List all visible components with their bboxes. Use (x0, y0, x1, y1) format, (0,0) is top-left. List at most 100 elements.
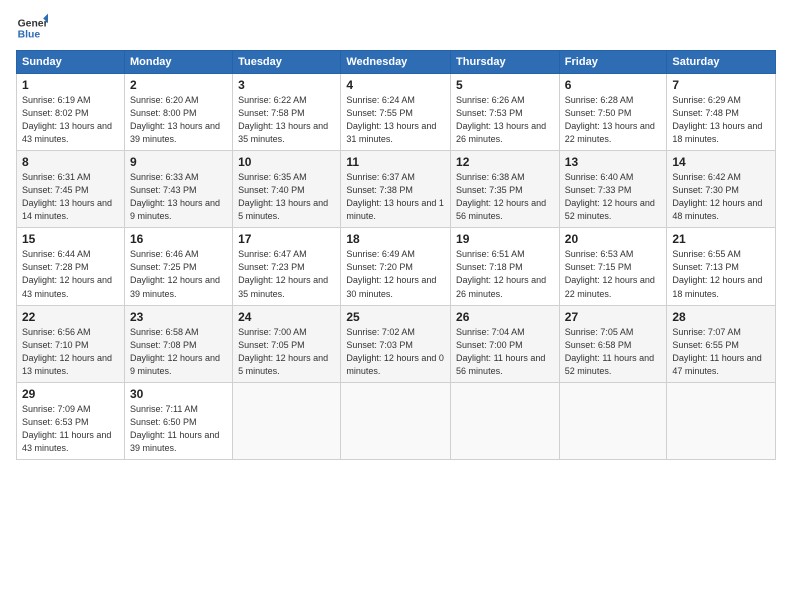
page: General Blue SundayMondayTuesdayWednesda… (0, 0, 792, 612)
day-info: Sunrise: 6:26 AMSunset: 7:53 PMDaylight:… (456, 94, 554, 146)
header: General Blue (16, 12, 776, 44)
calendar-cell: 1Sunrise: 6:19 AMSunset: 8:02 PMDaylight… (17, 74, 125, 151)
day-number: 11 (346, 155, 445, 169)
day-number: 15 (22, 232, 119, 246)
svg-text:General: General (18, 18, 48, 29)
day-number: 19 (456, 232, 554, 246)
day-number: 14 (672, 155, 770, 169)
day-number: 8 (22, 155, 119, 169)
day-info: Sunrise: 6:33 AMSunset: 7:43 PMDaylight:… (130, 171, 227, 223)
calendar-cell: 5Sunrise: 6:26 AMSunset: 7:53 PMDaylight… (451, 74, 560, 151)
day-number: 18 (346, 232, 445, 246)
calendar-cell: 2 Sunrise: 6:20 AMSunset: 8:00 PMDaylight… (124, 74, 232, 151)
day-number: 9 (130, 155, 227, 169)
calendar-cell: 27 Sunrise: 7:05 AMSunset: 6:58 PMDayligh… (559, 305, 667, 382)
weekday-header-row: SundayMondayTuesdayWednesdayThursdayFrid… (17, 51, 776, 74)
calendar-cell: 24 Sunrise: 7:00 AMSunset: 7:05 PMDayligh… (233, 305, 341, 382)
day-info: Sunrise: 7:04 AMSunset: 7:00 PMDaylight:… (456, 326, 554, 378)
day-number: 28 (672, 310, 770, 324)
day-info: Sunrise: 7:11 AMSunset: 6:50 PMDaylight:… (130, 403, 227, 455)
day-info: Sunrise: 6:55 AMSunset: 7:13 PMDaylight:… (672, 248, 770, 300)
calendar-cell: 6 Sunrise: 6:28 AMSunset: 7:50 PMDaylight… (559, 74, 667, 151)
day-info: Sunrise: 7:07 AMSunset: 6:55 PMDaylight:… (672, 326, 770, 378)
day-number: 26 (456, 310, 554, 324)
day-number: 23 (130, 310, 227, 324)
weekday-header-tuesday: Tuesday (233, 51, 341, 74)
week-row-3: 15 Sunrise: 6:44 AMSunset: 7:28 PMDayligh… (17, 228, 776, 305)
day-number: 7 (672, 78, 770, 92)
calendar-cell: 16 Sunrise: 6:46 AMSunset: 7:25 PMDayligh… (124, 228, 232, 305)
day-info: Sunrise: 6:56 AMSunset: 7:10 PMDaylight:… (22, 326, 119, 378)
calendar-cell: 15 Sunrise: 6:44 AMSunset: 7:28 PMDayligh… (17, 228, 125, 305)
day-number: 4 (346, 78, 445, 92)
calendar-cell: 8Sunrise: 6:31 AMSunset: 7:45 PMDaylight… (17, 151, 125, 228)
calendar-cell: 18 Sunrise: 6:49 AMSunset: 7:20 PMDayligh… (341, 228, 451, 305)
day-number: 17 (238, 232, 335, 246)
day-info: Sunrise: 6:40 AMSunset: 7:33 PMDaylight:… (565, 171, 662, 223)
calendar-cell: 23 Sunrise: 6:58 AMSunset: 7:08 PMDayligh… (124, 305, 232, 382)
svg-text:Blue: Blue (18, 30, 41, 41)
day-number: 13 (565, 155, 662, 169)
calendar-cell: 4 Sunrise: 6:24 AMSunset: 7:55 PMDaylight… (341, 74, 451, 151)
calendar-cell: 21 Sunrise: 6:55 AMSunset: 7:13 PMDayligh… (667, 228, 776, 305)
calendar-cell: 10 Sunrise: 6:35 AMSunset: 7:40 PMDayligh… (233, 151, 341, 228)
day-info: Sunrise: 6:29 AMSunset: 7:48 PMDaylight:… (672, 94, 770, 146)
day-number: 25 (346, 310, 445, 324)
day-number: 27 (565, 310, 662, 324)
calendar-cell: 19 Sunrise: 6:51 AMSunset: 7:18 PMDayligh… (451, 228, 560, 305)
calendar-cell (559, 382, 667, 459)
calendar-cell (341, 382, 451, 459)
day-number: 3 (238, 78, 335, 92)
day-info: Sunrise: 7:05 AMSunset: 6:58 PMDaylight:… (565, 326, 662, 378)
calendar-cell: 17 Sunrise: 6:47 AMSunset: 7:23 PMDayligh… (233, 228, 341, 305)
week-row-4: 22 Sunrise: 6:56 AMSunset: 7:10 PMDayligh… (17, 305, 776, 382)
day-info: Sunrise: 6:46 AMSunset: 7:25 PMDaylight:… (130, 248, 227, 300)
calendar-cell: 26 Sunrise: 7:04 AMSunset: 7:00 PMDayligh… (451, 305, 560, 382)
day-number: 20 (565, 232, 662, 246)
calendar-cell (233, 382, 341, 459)
day-info: Sunrise: 6:20 AMSunset: 8:00 PMDaylight:… (130, 94, 227, 146)
calendar-cell: 29Sunrise: 7:09 AMSunset: 6:53 PMDayligh… (17, 382, 125, 459)
day-number: 16 (130, 232, 227, 246)
day-number: 2 (130, 78, 227, 92)
day-number: 1 (22, 78, 119, 92)
day-info: Sunrise: 7:00 AMSunset: 7:05 PMDaylight:… (238, 326, 335, 378)
day-info: Sunrise: 6:28 AMSunset: 7:50 PMDaylight:… (565, 94, 662, 146)
day-info: Sunrise: 6:37 AMSunset: 7:38 PMDaylight:… (346, 171, 445, 223)
day-info: Sunrise: 6:38 AMSunset: 7:35 PMDaylight:… (456, 171, 554, 223)
calendar-cell: 20Sunrise: 6:53 AMSunset: 7:15 PMDayligh… (559, 228, 667, 305)
day-info: Sunrise: 6:35 AMSunset: 7:40 PMDaylight:… (238, 171, 335, 223)
weekday-header-thursday: Thursday (451, 51, 560, 74)
calendar-cell: 25Sunrise: 7:02 AMSunset: 7:03 PMDayligh… (341, 305, 451, 382)
day-number: 22 (22, 310, 119, 324)
day-number: 6 (565, 78, 662, 92)
calendar: SundayMondayTuesdayWednesdayThursdayFrid… (16, 50, 776, 460)
logo-icon: General Blue (16, 12, 48, 44)
calendar-cell: 14 Sunrise: 6:42 AMSunset: 7:30 PMDayligh… (667, 151, 776, 228)
calendar-cell: 3 Sunrise: 6:22 AMSunset: 7:58 PMDaylight… (233, 74, 341, 151)
calendar-cell: 28 Sunrise: 7:07 AMSunset: 6:55 PMDayligh… (667, 305, 776, 382)
weekday-header-monday: Monday (124, 51, 232, 74)
day-info: Sunrise: 6:44 AMSunset: 7:28 PMDaylight:… (22, 248, 119, 300)
day-info: Sunrise: 6:58 AMSunset: 7:08 PMDaylight:… (130, 326, 227, 378)
calendar-cell: 12Sunrise: 6:38 AMSunset: 7:35 PMDayligh… (451, 151, 560, 228)
day-number: 30 (130, 387, 227, 401)
day-number: 10 (238, 155, 335, 169)
day-info: Sunrise: 6:24 AMSunset: 7:55 PMDaylight:… (346, 94, 445, 146)
day-info: Sunrise: 6:49 AMSunset: 7:20 PMDaylight:… (346, 248, 445, 300)
day-info: Sunrise: 6:42 AMSunset: 7:30 PMDaylight:… (672, 171, 770, 223)
day-number: 21 (672, 232, 770, 246)
day-number: 24 (238, 310, 335, 324)
weekday-header-sunday: Sunday (17, 51, 125, 74)
weekday-header-saturday: Saturday (667, 51, 776, 74)
calendar-cell: 30 Sunrise: 7:11 AMSunset: 6:50 PMDayligh… (124, 382, 232, 459)
day-info: Sunrise: 6:22 AMSunset: 7:58 PMDaylight:… (238, 94, 335, 146)
calendar-cell: 13 Sunrise: 6:40 AMSunset: 7:33 PMDayligh… (559, 151, 667, 228)
calendar-cell (667, 382, 776, 459)
day-info: Sunrise: 6:47 AMSunset: 7:23 PMDaylight:… (238, 248, 335, 300)
day-number: 29 (22, 387, 119, 401)
day-info: Sunrise: 6:51 AMSunset: 7:18 PMDaylight:… (456, 248, 554, 300)
weekday-header-friday: Friday (559, 51, 667, 74)
calendar-cell: 22 Sunrise: 6:56 AMSunset: 7:10 PMDayligh… (17, 305, 125, 382)
week-row-1: 1Sunrise: 6:19 AMSunset: 8:02 PMDaylight… (17, 74, 776, 151)
